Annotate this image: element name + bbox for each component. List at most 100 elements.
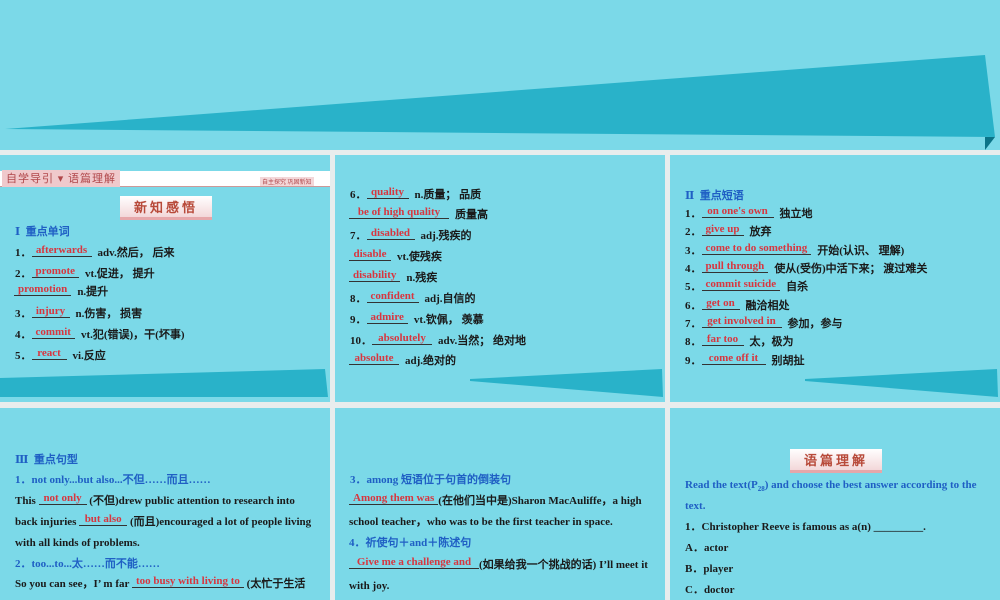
answer-blank: give up <box>701 224 744 236</box>
item-number: 7． <box>685 318 702 330</box>
item-definition: adv.然后， 后来 <box>97 247 175 259</box>
answer-blank: Among them was <box>349 493 439 505</box>
banner-wedge <box>5 55 995 150</box>
item-number: 3． <box>15 308 32 320</box>
answer-blank: absolutely <box>372 333 432 345</box>
section-heading: Ⅰ 重点单词 <box>15 226 70 238</box>
reading-instruction-cont: text. <box>685 500 706 512</box>
item-number: 4． <box>685 263 702 275</box>
answer-blank: disable <box>349 249 391 261</box>
answer-blank: but also <box>79 514 128 526</box>
item-number: 8． <box>685 336 702 348</box>
item-number: 10． <box>350 335 372 347</box>
answer-blank: come to do something <box>701 243 812 255</box>
answer-blank: far too <box>701 334 744 346</box>
panel-key-sentences-1: Ⅲ 重点句型 1．not only...but also...不但……而且…… … <box>0 408 330 600</box>
list-item: 6． quality n.质量； 品质 <box>350 187 482 202</box>
list-item: 1． afterwards adv.然后， 后来 <box>15 245 175 260</box>
list-item: 5． commit suicide 自杀 <box>685 279 809 294</box>
answer-blank: promote <box>31 266 80 278</box>
item-number: 4． <box>15 329 32 341</box>
list-item: 2． give up 放弃 <box>685 224 772 239</box>
item-definition: 别胡扯 <box>771 355 805 367</box>
list-item: disability n.残疾 <box>349 270 438 285</box>
item-definition: 太，极为 <box>749 336 794 348</box>
question-1: 1．Christopher Reeve is famous as a(n) __… <box>685 521 926 533</box>
answer-blank: injury <box>31 306 70 318</box>
sentence-line: back injuries but also (而且)encouraged a … <box>15 513 312 529</box>
sentence-line: This not only (不但)drew public attention … <box>15 492 295 508</box>
list-item: 4． pull through 使从(受伤)中活下来； 渡过难关 <box>685 261 927 276</box>
answer-blank: disability <box>349 270 401 282</box>
item-definition: vt.犯(错误)，干(坏事) <box>80 329 185 341</box>
list-item: 1． on one's own 独立地 <box>685 206 813 221</box>
panel-reading: 语篇理解 Read the text(P28) and choose the b… <box>670 408 1000 600</box>
panel-key-words-2: 6． quality n.质量； 品质 be of high quality 质量高 7．… <box>335 155 665 402</box>
answer-blank: afterwards <box>31 245 92 257</box>
section-heading: Ⅲ 重点句型 <box>15 454 78 466</box>
sentence-line: with all kinds of problems. <box>15 537 140 549</box>
title-banner <box>0 0 1000 150</box>
item-number: 1． <box>15 247 32 259</box>
item-definition: 融洽相处 <box>745 300 790 312</box>
answer-blank: admire <box>366 312 408 324</box>
answer-blank: confident <box>366 291 419 303</box>
answer-blank: commit <box>31 327 75 339</box>
option-b[interactable]: B．player <box>685 562 733 576</box>
panel-key-words-1: 自学导引 ▾ 语篇理解 自主探究 巩固新知 新知感悟 Ⅰ 重点单词 1． afte… <box>0 155 330 402</box>
item-definition: vt.使残疾 <box>397 251 442 263</box>
item-number: 3． <box>685 245 702 257</box>
answer-blank: absolute <box>349 353 399 365</box>
item-definition: n.提升 <box>77 286 109 298</box>
pattern-title: 1．not only...but also...不但……而且…… <box>15 474 211 486</box>
item-definition: n.质量； 品质 <box>414 189 482 201</box>
item-definition: vt.钦佩， 羡慕 <box>413 314 484 326</box>
panel-key-sentences-2: 3．among 短语位于句首的倒装句 Among them was (在他们当中是… <box>335 408 665 600</box>
pattern-title: 4．祈使句＋and＋陈述句 <box>349 537 472 549</box>
option-a[interactable]: A．actor <box>685 541 728 555</box>
item-number: 2． <box>685 226 702 238</box>
item-definition: adj.绝对的 <box>405 355 457 367</box>
answer-blank: not only <box>38 493 87 505</box>
item-number: 6． <box>685 300 702 312</box>
item-definition: 放弃 <box>749 226 772 238</box>
list-item: 6． get on 融洽相处 <box>685 298 790 313</box>
list-item: 3． come to do something 开始(认识、 理解) <box>685 243 905 258</box>
item-number: 2． <box>15 268 32 280</box>
item-definition: adj.自信的 <box>424 293 476 305</box>
list-item: 3． injury n.伤害， 损害 <box>15 306 142 321</box>
sentence-line: Give me a challenge and (如果给我一个挑战的话) I’ll… <box>349 557 648 572</box>
item-definition: vi.反应 <box>72 350 106 362</box>
answer-blank: pull through <box>701 261 769 273</box>
sentence-line: school teacher，who was to be the first t… <box>349 516 613 528</box>
list-item: 7． get involved in 参加，参与 <box>685 316 843 331</box>
answer-blank: promotion <box>14 284 72 296</box>
section-heading: Ⅱ 重点短语 <box>685 190 744 202</box>
list-item: be of high quality 质量高 <box>349 207 488 222</box>
pattern-title: 2．too...to...太……而不能…… <box>15 558 160 570</box>
item-definition: vt.促进， 提升 <box>85 268 155 280</box>
item-definition: 质量高 <box>455 209 488 221</box>
item-definition: 开始(认识、 理解) <box>817 245 905 257</box>
list-item: 9． come off it 别胡扯 <box>685 353 805 368</box>
answer-blank: get involved in <box>701 316 782 328</box>
item-number: 9． <box>350 314 367 326</box>
answer-blank: quality <box>366 187 409 199</box>
list-item: absolute adj.绝对的 <box>349 353 457 368</box>
pattern-title: 3．among 短语位于句首的倒装句 <box>350 474 512 486</box>
panel-key-phrases: Ⅱ 重点短语 1． on one's own 独立地 2． give up 放弃 3． com… <box>670 155 1000 402</box>
answer-blank: react <box>31 348 67 360</box>
item-definition: 自杀 <box>786 281 809 293</box>
answer-blank: commit suicide <box>701 279 781 291</box>
option-c[interactable]: C．doctor <box>685 583 735 597</box>
list-item: 5． react vi.反应 <box>15 348 106 363</box>
answer-blank: disabled <box>366 228 415 240</box>
answer-blank: be of high quality <box>349 207 449 219</box>
header-left-tab[interactable]: 自学导引 ▾ 语篇理解 <box>2 170 121 187</box>
header-right-tab[interactable]: 自主探究 巩固新知 <box>260 177 314 186</box>
item-number: 8． <box>350 293 367 305</box>
item-definition: n.残疾 <box>406 272 438 284</box>
list-item: 8． far too 太，极为 <box>685 334 794 349</box>
sentence-line: Among them was (在他们当中是)Sharon MacAuliffe，… <box>349 493 642 508</box>
answer-blank: on one's own <box>701 206 774 218</box>
